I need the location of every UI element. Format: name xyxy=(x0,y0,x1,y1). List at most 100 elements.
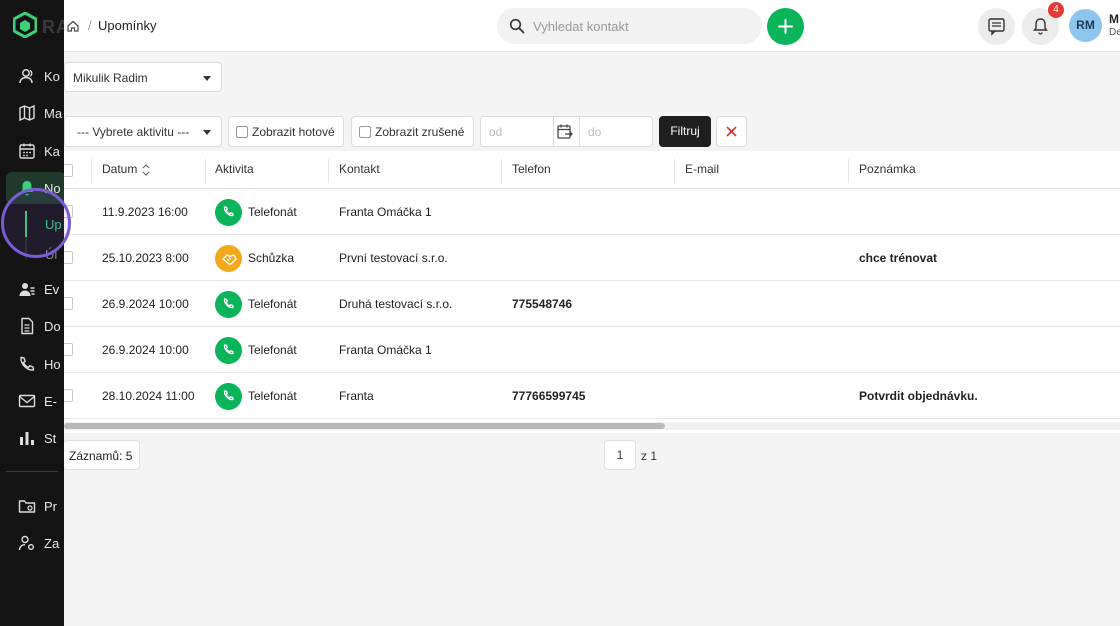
calendar-icon xyxy=(19,143,35,159)
sidebar-item-label: Za xyxy=(44,536,60,551)
column-divider xyxy=(328,159,329,183)
sidebar-item-label: Ev xyxy=(44,282,60,297)
user-role: De xyxy=(1109,27,1120,38)
search-box xyxy=(497,8,762,44)
phone-icon xyxy=(215,337,242,364)
breadcrumb-separator: / xyxy=(88,18,92,33)
sidebar-item-zamestnanci[interactable]: Za xyxy=(0,528,64,558)
cell-kontakt: Franta Omáčka 1 xyxy=(339,343,432,357)
sidebar-item-projekty[interactable]: Pr xyxy=(0,491,64,521)
page-number-input[interactable]: 1 xyxy=(604,440,636,470)
chat-icon xyxy=(988,18,1005,36)
reminders-table: Datum Aktivita Kontakt Telefon E-mail Po… xyxy=(60,151,1120,433)
sidebar-item-label: St xyxy=(44,431,57,446)
phone-icon xyxy=(215,199,242,226)
handshake-icon xyxy=(215,245,242,272)
sidebar-item-kalendar[interactable]: Ka xyxy=(0,136,64,166)
column-divider xyxy=(205,159,206,183)
date-from-input[interactable]: od xyxy=(489,125,502,139)
date-to-input[interactable]: do xyxy=(588,125,601,139)
cell-datum: 26.9.2024 10:00 xyxy=(102,343,189,357)
settings-user-icon xyxy=(18,535,34,551)
sidebar-item-label: E- xyxy=(44,394,57,409)
column-header-email[interactable]: E-mail xyxy=(685,162,719,176)
sidebar-item-dokumenty[interactable]: Do xyxy=(0,311,64,341)
show-cancelled-label: Zobrazit zrušené xyxy=(375,125,465,139)
notification-badge: 4 xyxy=(1048,2,1064,18)
sort-icon[interactable] xyxy=(142,163,150,177)
cell-datum: 28.10.2024 11:00 xyxy=(102,389,195,403)
show-done-toggle[interactable]: Zobrazit hotové xyxy=(228,116,344,147)
sidebar-item-mapa[interactable]: Ma xyxy=(0,98,64,128)
user-list-icon xyxy=(19,283,35,296)
column-header-telefon[interactable]: Telefon xyxy=(512,162,551,176)
cell-telefon: 77766599745 xyxy=(512,389,586,403)
add-button[interactable] xyxy=(767,8,804,45)
sidebar-item-kontakty[interactable]: Ko xyxy=(0,61,64,91)
scrollbar-thumb[interactable] xyxy=(64,423,665,429)
table-row[interactable]: 28.10.2024 11:00 Telefonát Franta 777665… xyxy=(60,373,1120,419)
search-input[interactable] xyxy=(533,17,753,35)
logo-icon[interactable] xyxy=(13,12,37,38)
folder-icon xyxy=(18,500,36,513)
show-done-checkbox[interactable] xyxy=(236,126,248,138)
show-cancelled-checkbox[interactable] xyxy=(359,126,371,138)
sidebar-item-emaily[interactable]: E- xyxy=(0,386,64,416)
messages-button[interactable] xyxy=(978,8,1015,45)
cell-telefon: 775548746 xyxy=(512,297,573,311)
user-name: M xyxy=(1109,12,1119,26)
home-icon[interactable] xyxy=(67,20,79,32)
cell-kontakt: Druhá testovací s.r.o. xyxy=(339,297,453,311)
show-cancelled-toggle[interactable]: Zobrazit zrušené xyxy=(351,116,474,147)
plus-icon xyxy=(778,19,793,34)
contacts-icon xyxy=(19,69,33,84)
column-divider xyxy=(848,159,849,183)
sidebar-divider xyxy=(6,471,58,472)
sidebar-item-hovory[interactable]: Ho xyxy=(0,349,64,379)
table-row[interactable]: 26.9.2024 10:00 Telefonát Druhá testovac… xyxy=(60,281,1120,327)
column-divider xyxy=(501,159,502,183)
sidebar: RA Ko Ma Ka No Up Úl Ev Do Ho E- St Pr Z… xyxy=(0,0,64,626)
caret-down-icon xyxy=(203,76,211,81)
sidebar-item-label: Ka xyxy=(44,144,60,159)
table-row[interactable]: 25.10.2023 8:00 Schůzka První testovací … xyxy=(60,235,1120,281)
cell-aktivita: Telefonát xyxy=(248,297,297,311)
show-done-label: Zobrazit hotové xyxy=(252,125,335,139)
phone-icon xyxy=(215,383,242,410)
close-icon xyxy=(726,126,737,137)
cell-kontakt: Franta Omáčka 1 xyxy=(339,205,432,219)
column-header-kontakt[interactable]: Kontakt xyxy=(339,162,380,176)
map-icon xyxy=(19,104,35,122)
clear-filter-button[interactable] xyxy=(716,116,747,147)
logo-text: RA xyxy=(42,17,64,37)
table-row[interactable]: 26.9.2024 10:00 Telefonát Franta Omáčka … xyxy=(60,327,1120,373)
click-highlight-ring xyxy=(1,188,71,258)
phone-icon xyxy=(20,356,35,371)
date-separator xyxy=(579,117,580,146)
table-row[interactable]: 11.9.2023 16:00 Telefonát Franta Omáčka … xyxy=(60,189,1120,235)
filter-button[interactable]: Filtruj xyxy=(659,116,711,147)
activity-select-value: --- Vybrete aktivitu --- xyxy=(77,125,190,139)
phone-icon xyxy=(215,291,242,318)
column-header-aktivita[interactable]: Aktivita xyxy=(215,162,254,176)
column-header-datum[interactable]: Datum xyxy=(102,162,137,176)
column-header-poznamka[interactable]: Poznámka xyxy=(859,162,916,176)
sidebar-item-label: Pr xyxy=(44,499,57,514)
avatar[interactable]: RM xyxy=(1069,9,1102,42)
sidebar-item-label: Ho xyxy=(44,357,61,372)
breadcrumb-current: Upomínky xyxy=(98,18,157,33)
cell-aktivita: Telefonát xyxy=(248,205,297,219)
cell-poznamka: Potvrdit objednávku. xyxy=(859,389,978,403)
date-swap-icon[interactable] xyxy=(556,123,574,141)
user-select[interactable]: Mikulik Radim xyxy=(64,62,222,92)
page-total: z 1 xyxy=(641,449,658,463)
sidebar-item-statistiky[interactable]: St xyxy=(0,423,64,453)
cell-datum: 26.9.2024 10:00 xyxy=(102,297,189,311)
activity-select[interactable]: --- Vybrete aktivitu --- xyxy=(64,116,222,147)
cell-aktivita: Telefonát xyxy=(248,389,297,403)
cell-kontakt: Franta xyxy=(339,389,374,403)
sidebar-item-label: Ko xyxy=(44,69,60,84)
sidebar-item-evidence[interactable]: Ev xyxy=(0,274,64,304)
cell-aktivita: Telefonát xyxy=(248,343,297,357)
table-header: Datum Aktivita Kontakt Telefon E-mail Po… xyxy=(60,151,1120,189)
